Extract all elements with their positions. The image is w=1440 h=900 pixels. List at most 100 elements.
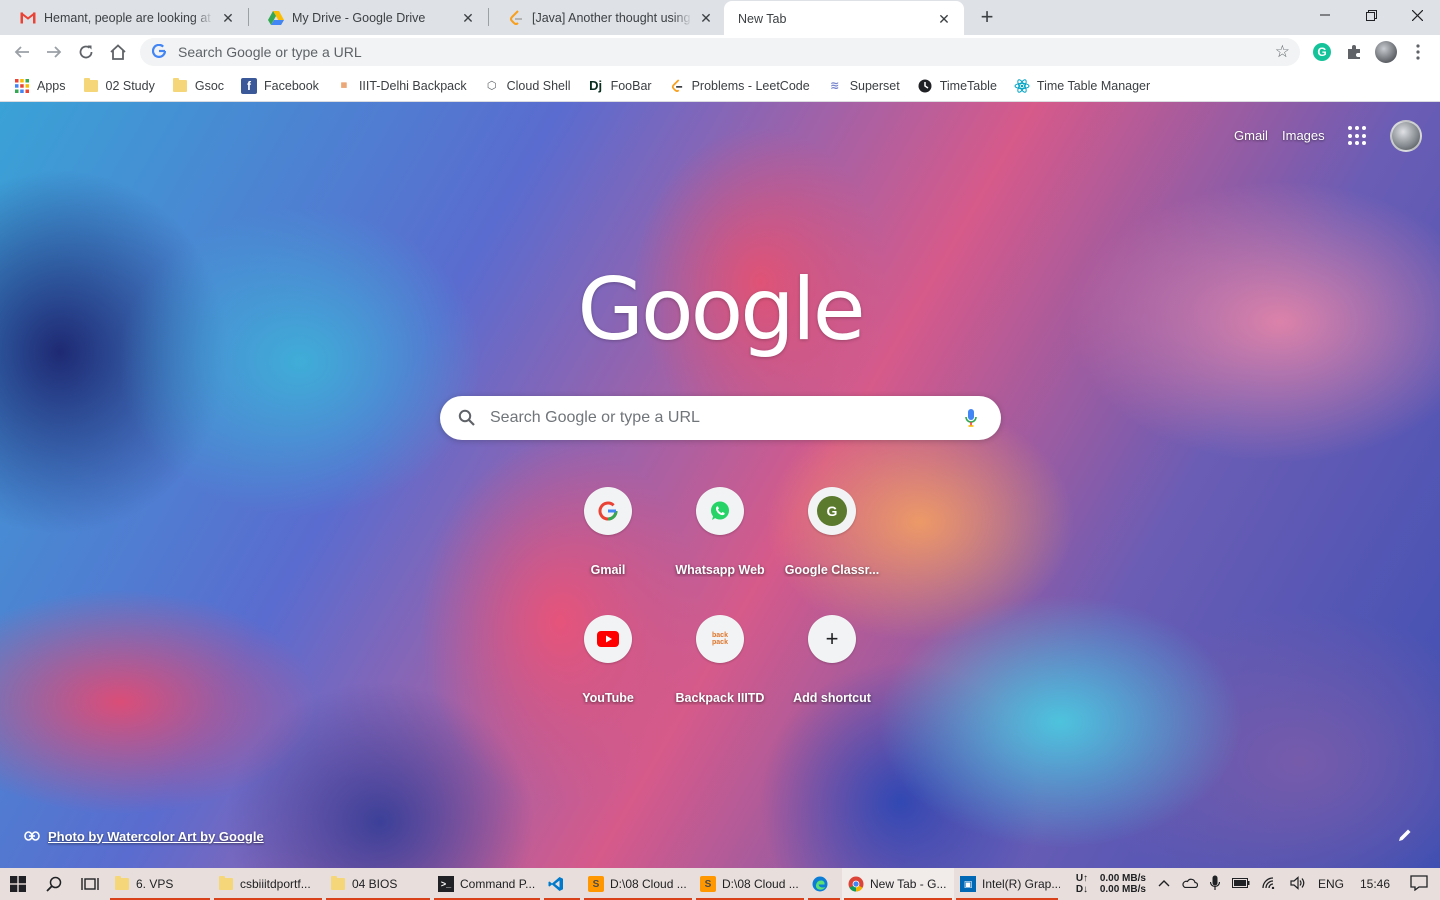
- clock[interactable]: 15:46: [1360, 877, 1390, 891]
- close-icon[interactable]: ✕: [460, 10, 476, 26]
- edge-icon: [812, 876, 828, 892]
- django-icon: Dj: [589, 78, 603, 93]
- task-view-button[interactable]: [72, 868, 108, 900]
- bookmark-label: Superset: [849, 78, 900, 93]
- bookmark-leetcode[interactable]: Problems - LeetCode: [669, 78, 810, 94]
- folder-icon: [83, 77, 99, 94]
- shortcut-label: Whatsapp Web: [675, 563, 765, 577]
- volume-icon[interactable]: [1290, 875, 1306, 893]
- taskbar-app-edge[interactable]: [806, 868, 842, 900]
- close-icon[interactable]: ✕: [936, 11, 952, 27]
- tab-title: My Drive - Google Drive: [292, 10, 426, 25]
- taskbar-app-intel-graphics[interactable]: ▣ Intel(R) Grap...: [954, 868, 1060, 900]
- taskbar-app-label: D:\08 Cloud ...: [610, 877, 687, 891]
- address-bar[interactable]: ☆: [140, 38, 1300, 66]
- minimize-button[interactable]: [1302, 0, 1348, 30]
- bookmark-superset[interactable]: ≋ Superset: [827, 78, 900, 94]
- bookmark-iiit-delhi-backpack[interactable]: ▦ IIIT-Delhi Backpack: [336, 78, 467, 94]
- ntp-search-box[interactable]: [440, 396, 1001, 440]
- address-input[interactable]: [178, 44, 1300, 60]
- net-down-value: 0.00 MB/s: [1099, 884, 1146, 895]
- restore-icon: [1365, 9, 1377, 21]
- taskbar-app-command-prompt[interactable]: >_ Command P...: [432, 868, 542, 900]
- new-tab-button[interactable]: +: [974, 5, 1000, 31]
- search-icon: [458, 409, 475, 426]
- taskbar-app-chrome[interactable]: New Tab - G...: [842, 868, 954, 900]
- taskbar-search-button[interactable]: [36, 868, 72, 900]
- notification-icon[interactable]: [1410, 874, 1428, 894]
- google-apps-icon[interactable]: [1348, 126, 1368, 146]
- bookmark-foobar[interactable]: Dj FooBar: [588, 78, 652, 94]
- shortcut-whatsapp-web[interactable]: Whatsapp Web: [664, 487, 776, 599]
- tab-drive[interactable]: My Drive - Google Drive ✕: [248, 0, 488, 35]
- taskbar-app-04-bios[interactable]: 04 BIOS: [324, 868, 432, 900]
- vscode-icon: [548, 876, 564, 892]
- folder-icon: [114, 876, 130, 892]
- reload-icon: [79, 45, 93, 59]
- bookmark-star-icon[interactable]: ☆: [1275, 43, 1290, 61]
- extensions-button[interactable]: [1340, 38, 1368, 66]
- close-icon[interactable]: ✕: [220, 10, 236, 26]
- net-down-label: D↓: [1075, 884, 1089, 895]
- taskbar-app-vscode[interactable]: [542, 868, 582, 900]
- bookmark-time-table-manager[interactable]: Time Table Manager: [1014, 78, 1150, 94]
- bookmark-gsoc[interactable]: Gsoc: [172, 77, 224, 94]
- taskbar-app-label: 04 BIOS: [352, 877, 398, 891]
- home-button[interactable]: [104, 38, 132, 66]
- intel-icon: ▣: [960, 876, 976, 892]
- wifi-icon[interactable]: [1262, 876, 1278, 892]
- bookmark-label: Facebook: [264, 78, 319, 93]
- attribution-text: Photo by Watercolor Art by Google: [48, 828, 264, 844]
- taskbar-app-6-vps[interactable]: 6. VPS: [108, 868, 212, 900]
- restore-button[interactable]: [1348, 0, 1394, 30]
- profile-button[interactable]: [1372, 38, 1400, 66]
- taskbar-app-label: New Tab - G...: [870, 877, 947, 891]
- images-link[interactable]: Images: [1282, 128, 1325, 143]
- shortcut-google-classroom[interactable]: G Google Classr...: [776, 487, 888, 599]
- forward-button[interactable]: [40, 38, 68, 66]
- net-speed-meter[interactable]: 0.00 MB/s 0.00 MB/s: [1100, 873, 1146, 895]
- grammarly-extension[interactable]: G: [1308, 38, 1336, 66]
- net-speed-labels: U↑ D↓: [1076, 873, 1088, 895]
- start-button[interactable]: [0, 868, 36, 900]
- gmail-link[interactable]: Gmail: [1234, 128, 1268, 143]
- bookmark-timetable[interactable]: TimeTable: [917, 78, 997, 94]
- back-button[interactable]: [8, 38, 36, 66]
- taskbar-app-sublime-1[interactable]: S D:\08 Cloud ...: [582, 868, 694, 900]
- system-tray: U↑ D↓ 0.00 MB/s 0.00 MB/s ENG 15:46: [1070, 868, 1440, 900]
- reload-button[interactable]: [72, 38, 100, 66]
- taskbar-app-csbiiitdportf[interactable]: csbiiitdportf...: [212, 868, 324, 900]
- customize-button[interactable]: [1398, 828, 1418, 848]
- language-indicator[interactable]: ENG: [1318, 877, 1344, 891]
- tab-leetcode[interactable]: [Java] Another thought using deque ✕: [488, 0, 726, 35]
- avatar: [1375, 41, 1397, 63]
- folder-icon: [330, 876, 346, 892]
- windows-taskbar: 6. VPS csbiiitdportf... 04 BIOS >_ Comma…: [0, 868, 1440, 900]
- bookmark-02-study[interactable]: 02 Study: [83, 77, 155, 94]
- drive-icon: [268, 10, 284, 26]
- search-input[interactable]: [490, 409, 959, 427]
- close-icon[interactable]: ✕: [698, 10, 714, 26]
- tab-gmail[interactable]: Hemant, people are looking at your Linke…: [0, 0, 248, 35]
- chevron-up-icon[interactable]: [1158, 878, 1170, 890]
- onedrive-icon[interactable]: [1182, 878, 1199, 891]
- bookmark-cloud-shell[interactable]: ⬡ Cloud Shell: [484, 78, 571, 94]
- shortcut-youtube[interactable]: YouTube: [552, 615, 664, 727]
- microphone-icon[interactable]: [959, 406, 983, 430]
- bookmark-apps[interactable]: Apps: [14, 78, 66, 94]
- menu-button[interactable]: [1404, 38, 1432, 66]
- add-shortcut-button[interactable]: + Add shortcut: [776, 615, 888, 727]
- timetable-icon: [917, 78, 933, 94]
- window-close-button[interactable]: [1394, 0, 1440, 30]
- shortcut-backpack-iiitd[interactable]: back pack Backpack IIITD: [664, 615, 776, 727]
- battery-icon[interactable]: [1231, 877, 1250, 891]
- shortcut-label: Backpack IIITD: [675, 691, 765, 705]
- sublime-icon: S: [700, 876, 716, 892]
- taskbar-app-sublime-2[interactable]: S D:\08 Cloud ...: [694, 868, 806, 900]
- avatar[interactable]: [1390, 120, 1422, 152]
- tab-new-tab[interactable]: New Tab ✕: [724, 1, 964, 36]
- microphone-icon[interactable]: [1209, 875, 1221, 894]
- shortcut-gmail[interactable]: Gmail: [552, 487, 664, 599]
- photo-attribution-link[interactable]: Photo by Watercolor Art by Google: [24, 828, 264, 844]
- bookmark-facebook[interactable]: f Facebook: [241, 77, 319, 94]
